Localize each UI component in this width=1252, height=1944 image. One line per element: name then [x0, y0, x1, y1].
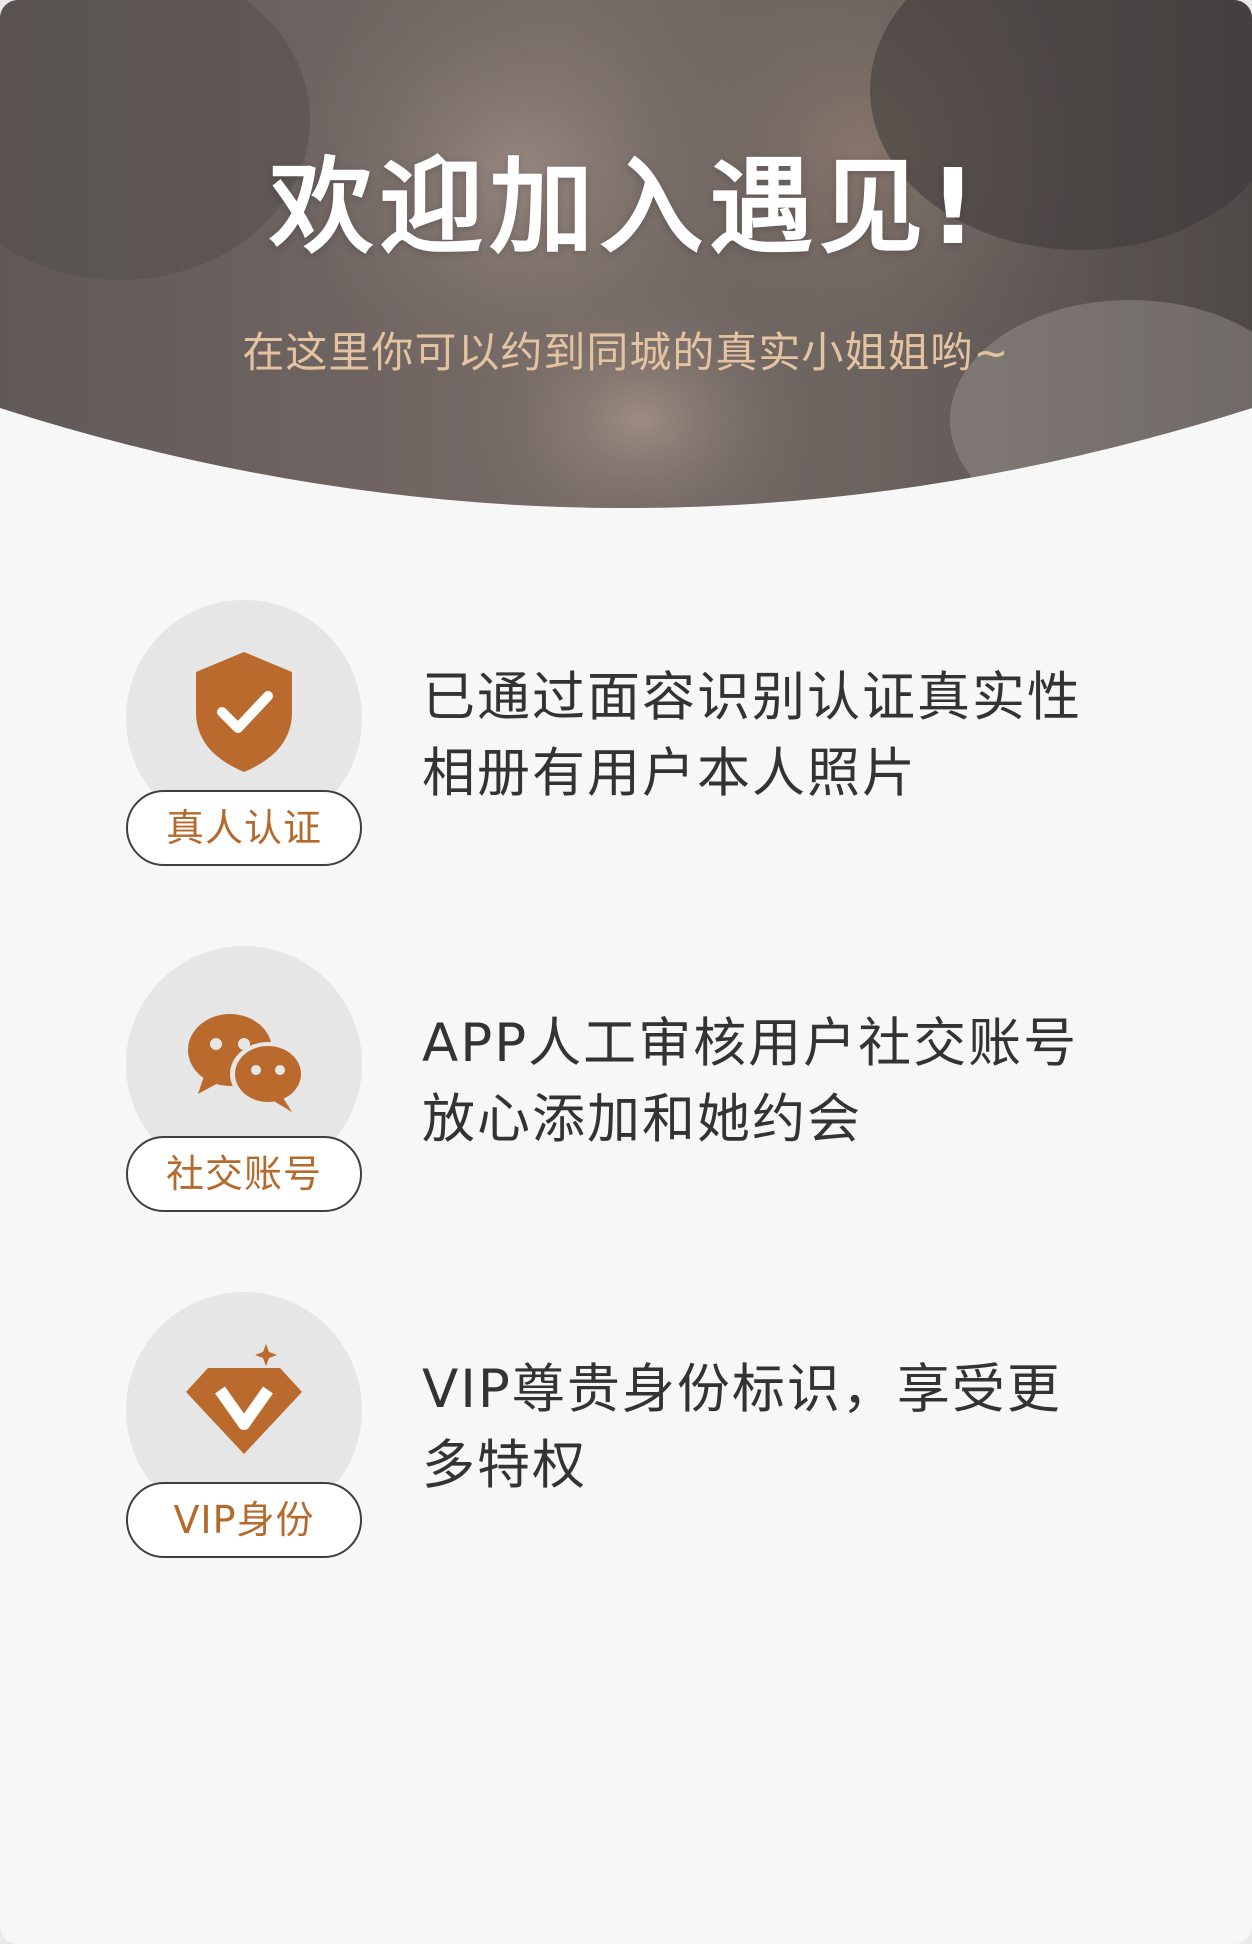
feature-description: 已通过面容识别认证真实性 相册有用户本人照片 [422, 660, 1152, 812]
feature-social-account: 社交账号 APP人工审核用户社交账号 放心添加和她约会 [0, 946, 1252, 1212]
hero-banner: 欢迎加入遇见! 在这里你可以约到同城的真实小姐姐哟~ [0, 0, 1252, 540]
feature-line: 多特权 [422, 1435, 587, 1496]
page-title: 欢迎加入遇见! [269, 146, 983, 268]
feature-line: APP人工审核用户社交账号 [422, 1013, 1079, 1074]
feature-description: VIP尊贵身份标识，享受更 多特权 [422, 1352, 1152, 1504]
feature-description: APP人工审核用户社交账号 放心添加和她约会 [422, 1006, 1152, 1158]
feature-line: VIP尊贵身份标识，享受更 [422, 1359, 1062, 1420]
feature-real-person: 真人认证 已通过面容识别认证真实性 相册有用户本人照片 [0, 600, 1252, 866]
feature-line: 已通过面容识别认证真实性 [422, 667, 1082, 728]
feature-line: 放心添加和她约会 [422, 1089, 862, 1150]
welcome-card: 欢迎加入遇见! 在这里你可以约到同城的真实小姐姐哟~ 真人认证 已通过面容识别认… [0, 0, 1252, 1944]
badge-real-person: 真人认证 [126, 790, 362, 866]
feature-line: 相册有用户本人照片 [422, 743, 917, 804]
feature-vip: VIP身份 VIP尊贵身份标识，享受更 多特权 [0, 1292, 1252, 1558]
hero-photo [0, 0, 1252, 508]
badge-social-account: 社交账号 [126, 1136, 362, 1212]
page-subtitle: 在这里你可以约到同城的真实小姐姐哟~ [242, 328, 1010, 377]
badge-vip: VIP身份 [126, 1482, 362, 1558]
